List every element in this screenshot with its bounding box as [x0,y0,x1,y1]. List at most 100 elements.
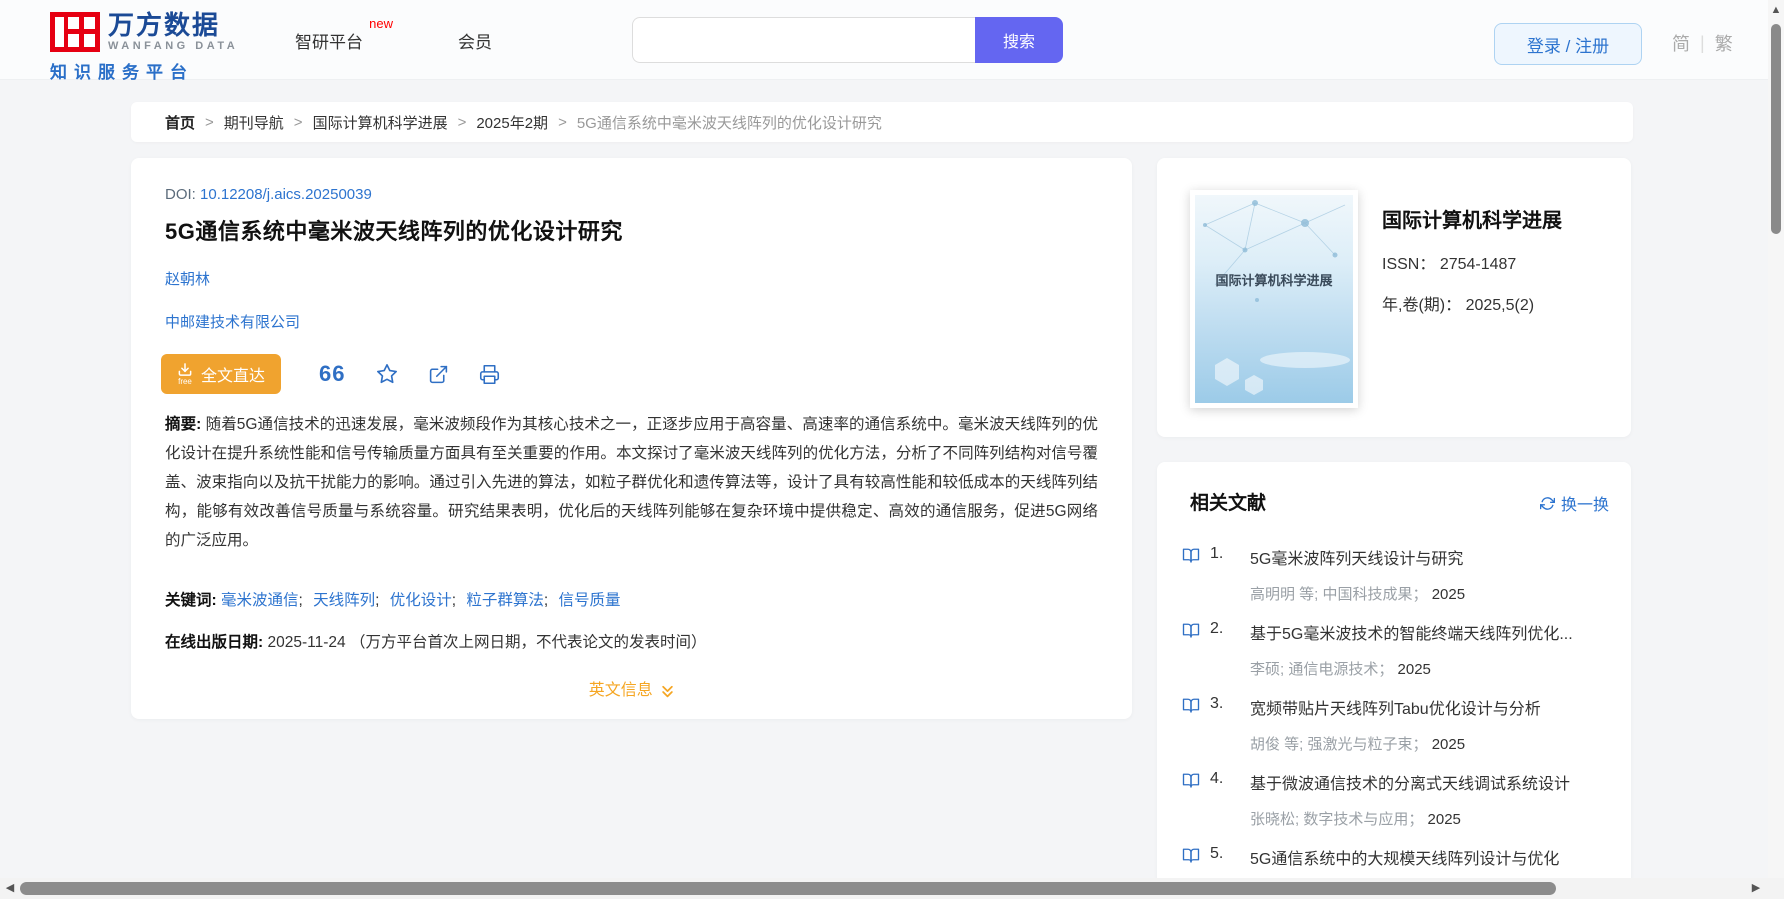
favorite-star-icon[interactable] [376,363,398,385]
login-register-button[interactable]: 登录 / 注册 [1494,23,1642,65]
breadcrumb-journal-nav[interactable]: 期刊导航 [224,112,284,133]
refresh-related-button[interactable]: 换一换 [1540,491,1609,515]
keyword-link[interactable]: 天线阵列 [313,592,375,609]
brand-name-en: WANFANG DATA [108,41,238,52]
header: 万方数据 WANFANG DATA 知识服务平台 智研平台 new 会员 搜索 … [0,0,1784,80]
online-date-label: 在线出版日期: [165,634,263,651]
related-item-title[interactable]: 宽频带贴片天线阵列Tabu优化设计与分析 [1250,695,1610,719]
lang-divider: | [1700,33,1705,54]
related-item-authors: 李硕; [1250,661,1284,678]
related-item-number: 4. [1210,770,1223,788]
keyword-separator: ; [375,592,379,609]
article-card: DOI: 10.12208/j.aics.20250039 5G通信系统中毫米波… [131,158,1132,719]
keyword-link[interactable]: 粒子群算法 [466,592,544,609]
new-badge: new [369,16,393,31]
lang-simplified[interactable]: 简 [1672,30,1690,56]
related-item-title[interactable]: 5G毫米波阵列天线设计与研究 [1250,545,1610,569]
horizontal-scrollbar[interactable]: ◀ ▶ [0,878,1784,899]
journal-volume-line: 年,卷(期)： 2025,5(2) [1382,291,1534,315]
fulltext-button-label: 全文直达 [201,362,265,386]
breadcrumb-separator: > [294,114,303,131]
nav-item-member[interactable]: 会员 [458,28,492,53]
breadcrumb-separator: > [458,114,467,131]
related-item-number: 5. [1210,845,1223,863]
related-item-year: 2025 [1432,736,1465,753]
doi-link[interactable]: 10.12208/j.aics.20250039 [200,186,372,203]
searchbar: 搜索 [632,17,1063,63]
abstract-label: 摘要: [165,416,201,433]
journal-name[interactable]: 国际计算机科学进展 [1382,204,1562,233]
volume-label: 年,卷(期)： [1382,297,1461,314]
abstract-paragraph: 摘要: 随着5G通信技术的迅速发展，毫米波频段作为其核心技术之一，正逐步应用于高… [165,410,1098,555]
doi-label: DOI: [165,186,196,203]
wanfang-logo-icon [50,12,100,52]
doi-line: DOI: 10.12208/j.aics.20250039 [165,186,372,203]
volume-value: 2025,5(2) [1466,297,1535,314]
nav-item-label: 智研平台 [295,33,363,52]
lang-traditional[interactable]: 繁 [1715,30,1733,56]
network-pattern [1195,195,1353,403]
related-documents-card: 相关文献 换一换 1. 5G毫米波阵列天线设计与研究 高明明 等; 中国科技成果… [1157,462,1631,886]
related-item-number: 2. [1210,620,1223,638]
cite-icon[interactable]: 66 [319,361,345,387]
related-item-meta: 李硕; 通信电源技术； 2025 [1250,658,1431,679]
free-download-icon: free [177,362,193,386]
top-nav: 智研平台 new 会员 [295,0,492,80]
search-input[interactable] [632,17,975,63]
print-icon[interactable] [479,364,500,385]
keywords-label: 关键词: [165,592,217,609]
journal-cover-title: 国际计算机科学进展 [1195,270,1353,289]
book-icon [1182,697,1200,720]
scroll-left-arrow-icon[interactable]: ◀ [2,878,18,899]
related-item-title[interactable]: 5G通信系统中的大规模天线阵列设计与优化 [1250,845,1610,869]
keyword-link[interactable]: 毫米波通信 [221,592,299,609]
journal-cover[interactable]: 国际计算机科学进展 [1190,190,1358,408]
action-row: free 全文直达 66 [161,354,500,394]
book-icon [1182,622,1200,645]
scroll-up-arrow-icon[interactable]: ▲ [1768,2,1784,18]
breadcrumb-journal[interactable]: 国际计算机科学进展 [313,112,448,133]
journal-cover-art: 国际计算机科学进展 [1195,195,1353,403]
related-item-year: 2025 [1428,811,1461,828]
breadcrumb: 首页 > 期刊导航 > 国际计算机科学进展 > 2025年2期 > 5G通信系统… [131,102,1633,142]
search-button[interactable]: 搜索 [975,17,1063,63]
fulltext-access-button[interactable]: free 全文直达 [161,354,281,394]
double-chevron-down-icon [661,685,674,699]
related-item-year: 2025 [1398,661,1431,678]
related-item-title[interactable]: 基于微波通信技术的分离式天线调试系统设计 [1250,770,1610,794]
keyword-separator: ; [299,592,303,609]
breadcrumb-issue[interactable]: 2025年2期 [476,112,548,133]
wanfang-logo[interactable]: 万方数据 WANFANG DATA 知识服务平台 [50,12,238,83]
english-info-toggle[interactable]: 英文信息 [131,676,1132,700]
refresh-label: 换一换 [1561,491,1609,515]
related-item-meta: 胡俊 等; 强激光与粒子束； 2025 [1250,733,1465,754]
issn-label: ISSN： [1382,256,1435,273]
related-item-source: 中国科技成果； [1323,586,1428,603]
related-item-year: 2025 [1432,586,1465,603]
refresh-icon [1540,496,1555,511]
page: 万方数据 WANFANG DATA 知识服务平台 智研平台 new 会员 搜索 … [0,0,1784,899]
vertical-scrollbar[interactable]: ▲ [1768,0,1784,878]
book-icon [1182,772,1200,795]
nav-item-zhiyan[interactable]: 智研平台 new [295,28,363,53]
online-date-note: （万方平台首次上网日期，不代表论文的发表时间） [350,634,707,651]
nav-item-label: 会员 [458,33,492,52]
author-link[interactable]: 赵朝林 [165,268,210,289]
related-item-authors: 胡俊 等; [1250,736,1303,753]
english-info-label: 英文信息 [589,682,653,699]
horizontal-scrollbar-thumb[interactable] [20,882,1556,895]
breadcrumb-home[interactable]: 首页 [165,112,195,133]
issn-value: 2754-1487 [1440,256,1517,273]
brand-name-cn: 万方数据 [108,12,238,38]
related-item-title[interactable]: 基于5G毫米波技术的智能终端天线阵列优化... [1250,620,1610,644]
article-title: 5G通信系统中毫米波天线阵列的优化设计研究 [165,214,623,246]
share-icon[interactable] [428,364,449,385]
affiliation-link[interactable]: 中邮建技术有限公司 [165,311,300,332]
brand-subtitle: 知识服务平台 [50,58,238,83]
related-item-source: 数字技术与应用； [1303,811,1423,828]
scroll-right-arrow-icon[interactable]: ▶ [1748,878,1764,899]
vertical-scrollbar-thumb[interactable] [1771,24,1781,234]
keyword-link[interactable]: 优化设计 [390,592,452,609]
keyword-link[interactable]: 信号质量 [559,592,621,609]
breadcrumb-separator: > [205,114,214,131]
